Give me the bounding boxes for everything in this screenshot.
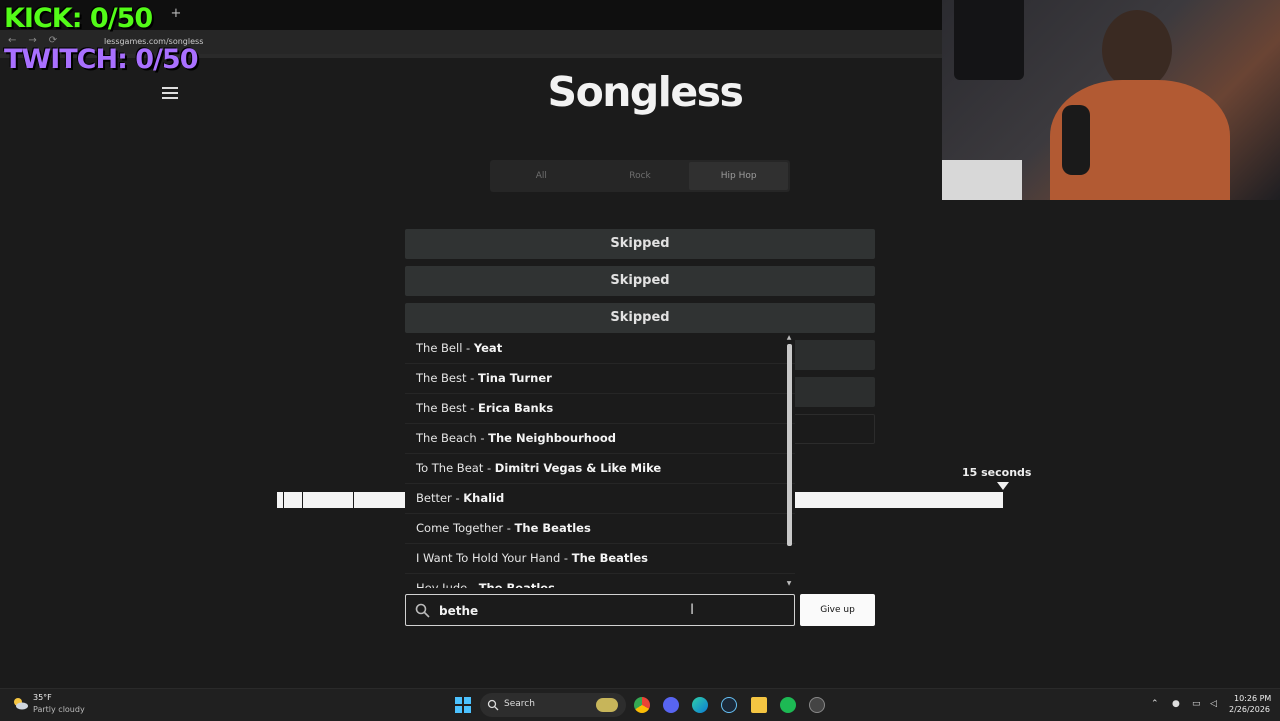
timeline-tick <box>353 492 354 508</box>
suggestion-item[interactable]: The Bell - Yeat <box>405 334 795 364</box>
search-highlight-icon <box>596 698 618 712</box>
timeline-tick <box>283 492 284 508</box>
suggestion-song: The Best - <box>416 371 478 385</box>
scrollbar-thumb[interactable] <box>787 344 792 546</box>
guess-row-2: Skipped <box>405 266 875 296</box>
head-shape <box>1102 10 1172 90</box>
steam-icon[interactable] <box>721 697 737 713</box>
scroll-down-arrow-icon[interactable]: ▼ <box>785 580 793 588</box>
tab-hip-hop[interactable]: Hip Hop <box>689 162 789 190</box>
suggestion-item[interactable]: The Best - Tina Turner <box>405 364 795 394</box>
suggestion-song: The Bell - <box>416 341 474 355</box>
tab-all[interactable]: All <box>492 162 591 190</box>
app-icon[interactable] <box>809 697 825 713</box>
kick-counter: KICK: 0/50 <box>4 3 153 34</box>
suggestion-song: To The Beat - <box>416 461 495 475</box>
monitor-shape <box>954 0 1024 80</box>
suggestion-artist: Tina Turner <box>477 371 552 385</box>
suggestion-song: Come Together - <box>416 521 515 535</box>
desk-shape <box>942 160 1022 200</box>
suggestion-song: Better - <box>416 491 464 505</box>
taskbar-search[interactable]: Search <box>480 693 626 717</box>
network-icon[interactable]: ▭ <box>1192 699 1201 709</box>
timeline-label: 15 seconds <box>962 466 1032 479</box>
edge-icon[interactable] <box>692 697 708 713</box>
suggestion-song: The Beach - <box>416 431 489 445</box>
windows-start-icon[interactable] <box>455 697 471 713</box>
suggestion-song: I Want To Hold Your Hand - <box>416 551 572 565</box>
guess-row-3: Skipped <box>405 303 875 333</box>
suggestion-song: Hey Jude - <box>416 581 479 588</box>
search-icon <box>415 603 430 618</box>
chrome-icon[interactable] <box>634 697 650 713</box>
suggestion-item[interactable]: The Beach - The Neighbourhood <box>405 424 795 454</box>
timeline-end-marker <box>997 482 1009 490</box>
tray-overflow-icon[interactable]: ⌃ <box>1151 699 1159 709</box>
new-tab-button[interactable]: + <box>168 4 184 24</box>
give-up-button[interactable]: Give up <box>800 594 875 626</box>
search-icon <box>487 699 499 711</box>
suggestion-artist: The Beatles <box>514 521 591 535</box>
suggestion-artist: Yeat <box>473 341 503 355</box>
dropdown-scrollbar[interactable]: ▲ ▼ <box>785 334 793 588</box>
weather-temp: 35°F <box>33 693 52 702</box>
suggestion-item[interactable]: Come Together - The Beatles <box>405 514 795 544</box>
suggestion-item[interactable]: Better - Khalid <box>405 484 795 514</box>
suggestion-item[interactable]: I Want To Hold Your Hand - The Beatles <box>405 544 795 574</box>
weather-partly-cloudy-icon[interactable] <box>11 696 29 710</box>
suggestion-artist: The Beatles <box>478 581 555 588</box>
suggestion-artist: Khalid <box>463 491 505 505</box>
taskbar-search-label: Search <box>504 699 535 709</box>
song-search-input[interactable] <box>437 600 771 622</box>
microphone-shape <box>1062 105 1090 175</box>
suggestion-item[interactable]: Hey Jude - The Beatles <box>405 574 795 588</box>
suggestion-artist: The Neighbourhood <box>488 431 616 445</box>
hamburger-menu-icon[interactable] <box>162 87 178 101</box>
clock-date[interactable]: 2/26/2026 <box>1229 705 1270 714</box>
timeline-tick <box>302 492 303 508</box>
text-cursor-icon: I <box>690 602 695 618</box>
spotify-icon[interactable] <box>780 697 796 713</box>
song-search-box <box>405 594 795 626</box>
suggestion-item[interactable]: To The Beat - Dimitri Vegas & Like Mike <box>405 454 795 484</box>
suggestion-song: The Best - <box>416 401 478 415</box>
microphone-icon[interactable]: ● <box>1172 699 1180 709</box>
volume-icon[interactable]: ◁ <box>1210 699 1217 709</box>
suggestion-artist: The Beatles <box>571 551 648 565</box>
twitch-counter: TWITCH: 0/50 <box>4 44 198 75</box>
guess-row-1: Skipped <box>405 229 875 259</box>
weather-condition: Partly cloudy <box>33 705 85 714</box>
suggestion-dropdown: The Bell - Yeat The Best - Tina Turner The… <box>405 334 795 588</box>
tab-rock[interactable]: Rock <box>591 162 690 190</box>
webcam-feed <box>942 0 1280 200</box>
scroll-up-arrow-icon[interactable]: ▲ <box>785 334 793 342</box>
page-title: Songless <box>547 68 744 116</box>
genre-tabs: All Rock Hip Hop <box>490 160 790 192</box>
suggestion-artist: Erica Banks <box>477 401 554 415</box>
suggestion-item[interactable]: The Best - Erica Banks <box>405 394 795 424</box>
windows-taskbar: 35°F Partly cloudy Search ⌃ ● ▭ ◁ 10:26 … <box>0 688 1280 721</box>
clock-time[interactable]: 10:26 PM <box>1234 694 1271 703</box>
suggestion-artist: Dimitri Vegas & Like Mike <box>494 461 662 475</box>
file-explorer-icon[interactable] <box>751 697 767 713</box>
discord-icon[interactable] <box>663 697 679 713</box>
